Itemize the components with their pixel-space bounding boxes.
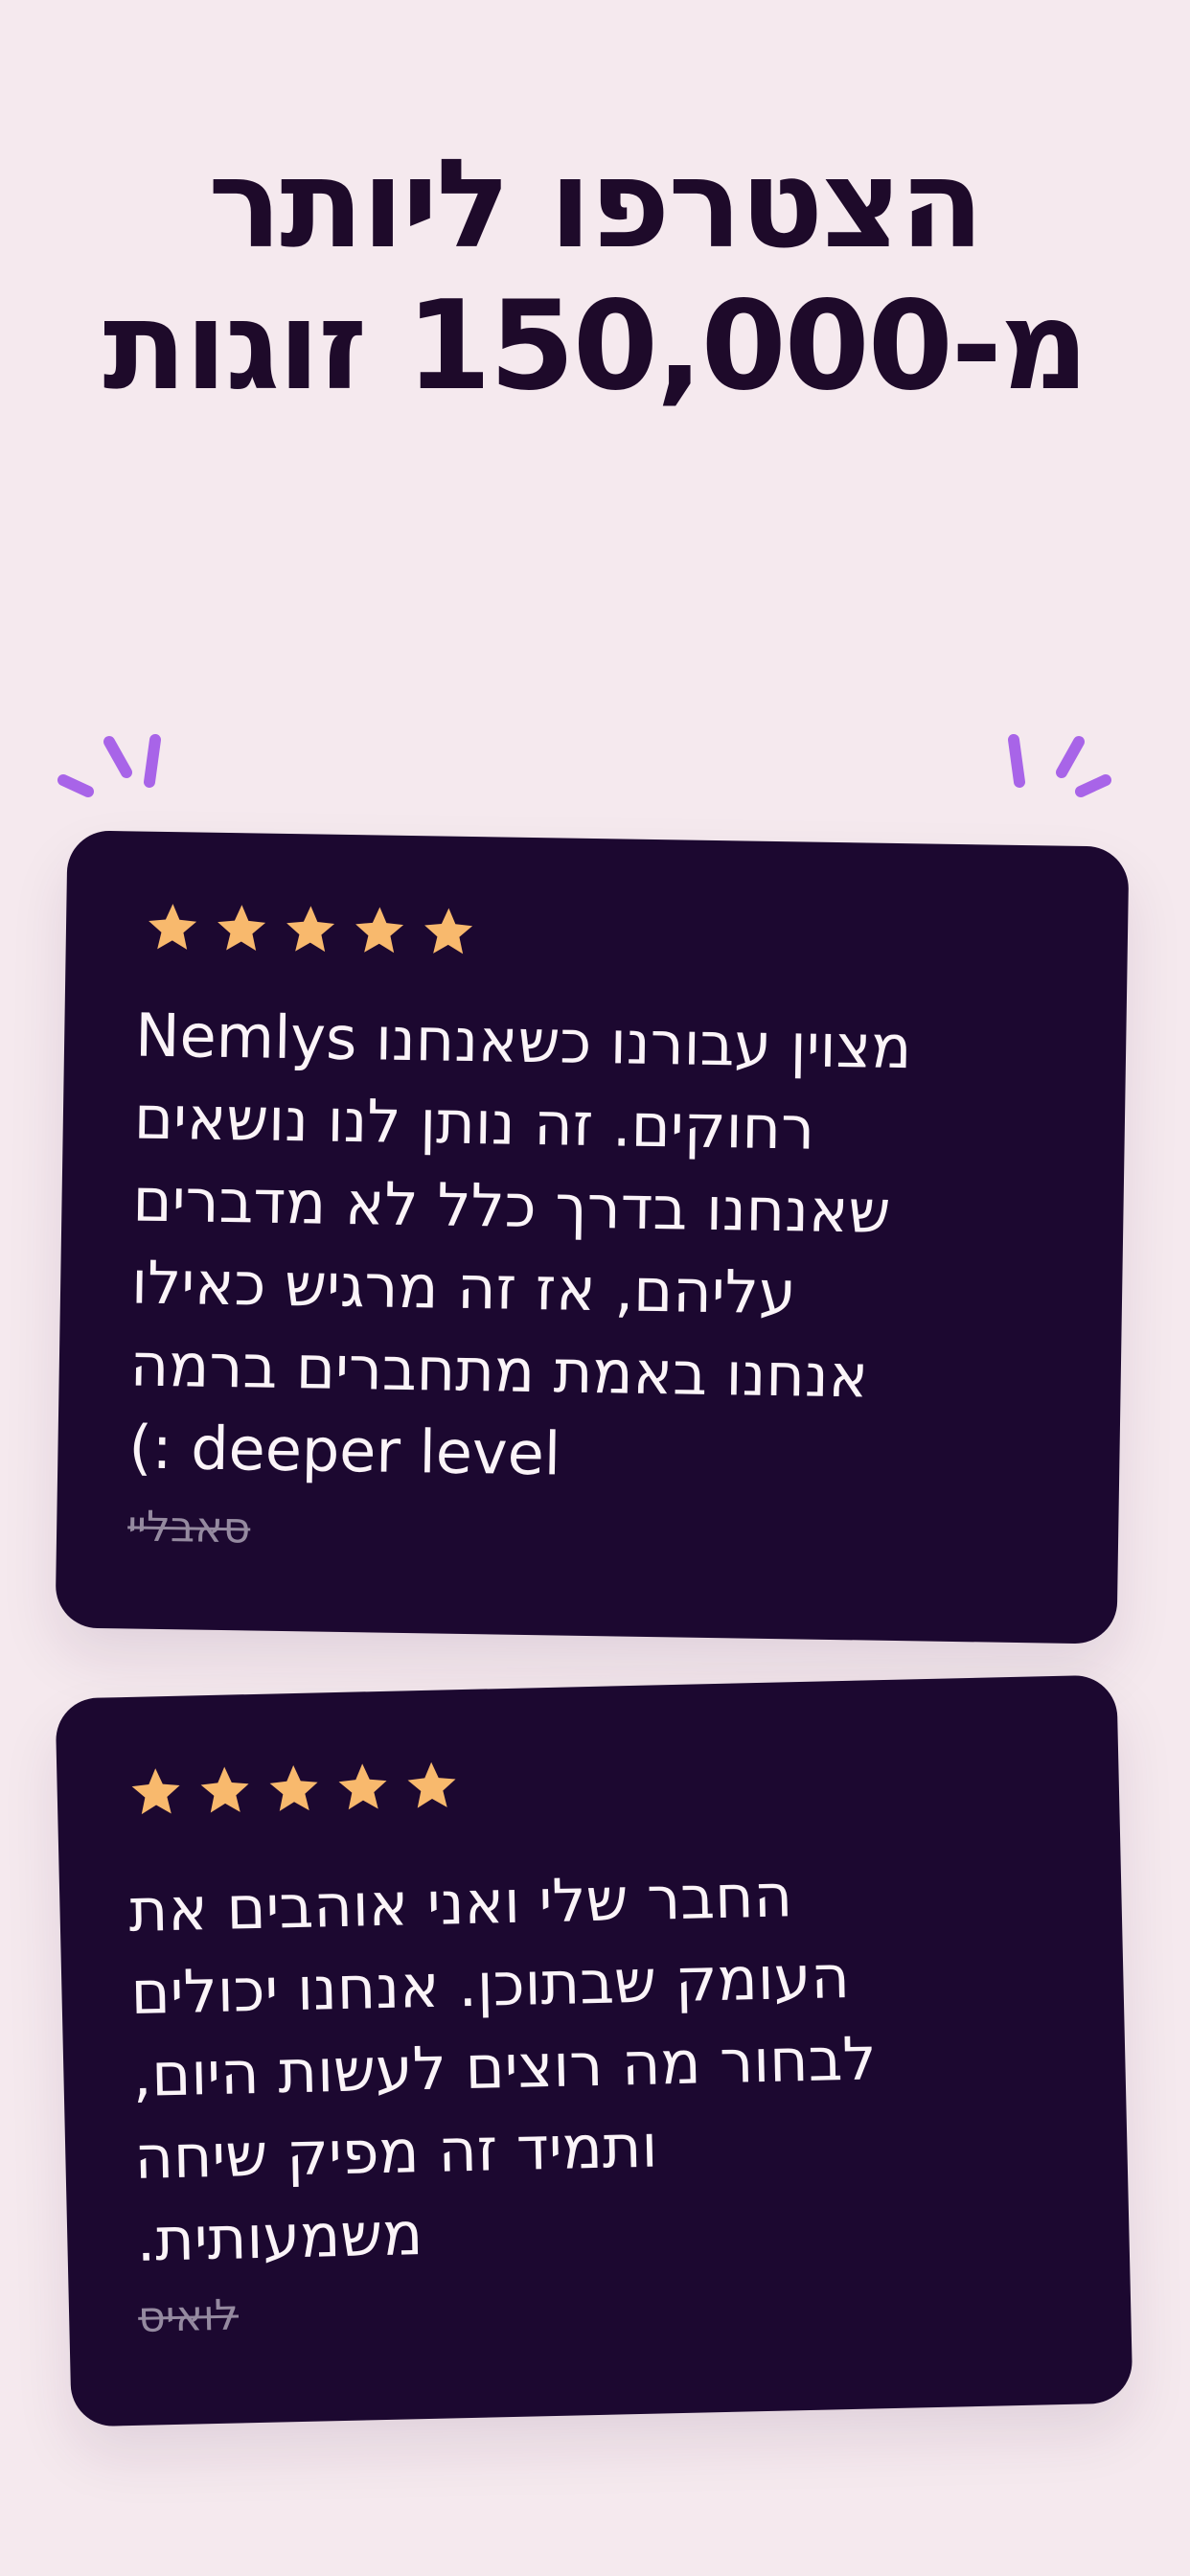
page-title: הצטרפו ליותר מ-150,000 זוגות	[57, 134, 1133, 418]
rating-stars	[126, 1757, 462, 1822]
star-icon	[217, 905, 266, 951]
star-icon	[286, 906, 335, 953]
star-icon	[355, 907, 404, 954]
star-icon	[424, 908, 473, 954]
star-icon	[131, 1768, 180, 1815]
page-title-line-1: הצטרפו ליותר	[208, 133, 984, 276]
review-card: מצוין עבורנו כשאנחנו Nemlys רחוקים. זה נ…	[55, 830, 1130, 1644]
review-line: מצוין עבורנו כשאנחנו Nemlys	[134, 1000, 913, 1083]
review-text: מצוין עבורנו כשאנחנו Nemlys רחוקים. זה נ…	[128, 994, 1075, 1503]
review-text: החבר שלי ואני אוהבים את העומק שבתוכן. אנ…	[128, 1849, 1058, 2282]
review-line: שאנחנו בדרך כלל לא מדברים	[131, 1164, 892, 1247]
review-author: סאבליי	[126, 1502, 251, 1553]
star-icon	[338, 1763, 387, 1810]
star-icon	[407, 1761, 456, 1808]
review-card: החבר שלי ואני אוהבים את העומק שבתוכן. אנ…	[55, 1674, 1133, 2427]
star-icon	[149, 904, 197, 950]
page-title-line-2: מ-150,000 זוגות	[103, 275, 1088, 418]
review-line: רחוקים. זה נותן לנו נושאים	[133, 1082, 815, 1163]
review-line: deeper level :)	[127, 1412, 561, 1489]
star-icon	[269, 1765, 318, 1811]
rating-stars	[143, 899, 479, 961]
sparkle-burst-icon	[1008, 734, 1111, 797]
review-author: לואיס	[137, 2290, 240, 2342]
review-line: עליהם, אז זה מרגיש כאילו	[130, 1247, 797, 1328]
star-icon	[200, 1766, 249, 1813]
review-line: אנחנו באמת מתחברים ברמה	[129, 1329, 869, 1412]
sparkle-burst-icon	[57, 734, 161, 797]
